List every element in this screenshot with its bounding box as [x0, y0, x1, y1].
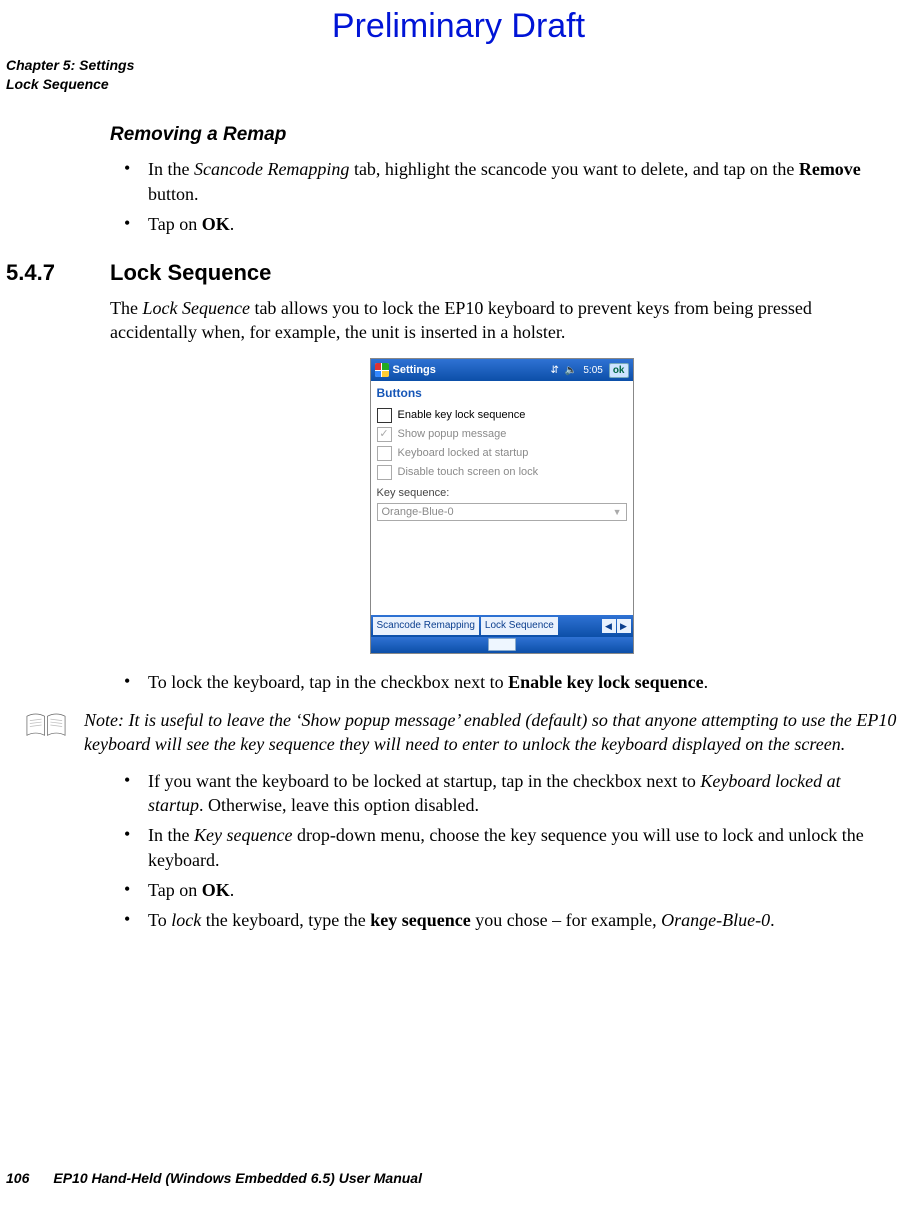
scroll-right-icon[interactable]: ▶ [617, 619, 631, 633]
pda-window: Settings ⇵ 🔈 5:05 ok Buttons Enable key … [370, 358, 634, 653]
bullet-lock-d: Tap on OK. [110, 878, 893, 902]
tab-scancode-remapping[interactable]: Scancode Remapping [373, 617, 479, 635]
chevron-down-icon: ▼ [613, 506, 622, 518]
note-text: Note: It is useful to leave the ‘Show po… [84, 708, 917, 757]
manual-title: EP10 Hand-Held (Windows Embedded 6.5) Us… [53, 1169, 422, 1188]
option-disable-touch: Disable touch screen on lock [377, 463, 627, 482]
page-footer: 106 EP10 Hand-Held (Windows Embedded 6.5… [6, 1169, 911, 1188]
bullet-lock-e: To lock the keyboard, type the key seque… [110, 908, 893, 932]
keyboard-icon[interactable] [488, 638, 516, 651]
clock-text: 5:05 [583, 364, 602, 378]
option-enable-key-lock[interactable]: Enable key lock sequence [377, 406, 627, 425]
note-block: Note: It is useful to leave the ‘Show po… [24, 708, 917, 757]
section-heading-lock-sequence: 5.4.7 Lock Sequence [6, 258, 917, 288]
start-icon[interactable] [375, 363, 389, 377]
lockseq-intro: The Lock Sequence tab allows you to lock… [110, 296, 893, 345]
option-locked-startup: Keyboard locked at startup [377, 444, 627, 463]
options-panel: Enable key lock sequence ✓ Show popup me… [371, 404, 633, 526]
titlebar: Settings ⇵ 🔈 5:05 ok [371, 359, 633, 381]
panel-blank-area [371, 525, 633, 615]
bullet-remap-2: Tap on OK. [110, 212, 893, 236]
scroll-left-icon[interactable]: ◀ [602, 619, 616, 633]
section-number: 5.4.7 [6, 258, 70, 288]
running-header: Chapter 5: Settings Lock Sequence [6, 56, 917, 94]
tab-bar: Scancode Remapping Lock Sequence ◀ ▶ [371, 615, 633, 637]
app-title: Buttons [371, 381, 633, 403]
speaker-icon[interactable]: 🔈 [565, 364, 577, 378]
checkbox-startup [377, 446, 392, 461]
section-title: Lock Sequence [110, 258, 271, 288]
window-title: Settings [393, 363, 547, 378]
page-number: 106 [6, 1169, 29, 1188]
running-header-line1: Chapter 5: Settings [6, 56, 917, 75]
checkbox-enable[interactable] [377, 408, 392, 423]
bullet-lock-c: In the Key sequence drop-down menu, choo… [110, 823, 893, 872]
key-sequence-label: Key sequence: [377, 486, 627, 501]
tab-lock-sequence[interactable]: Lock Sequence [481, 617, 558, 635]
title-status-icons: ⇵ 🔈 5:05 ok [551, 363, 629, 379]
heading-removing-remap: Removing a Remap [110, 122, 893, 148]
bullet-lock-a: To lock the keyboard, tap in the checkbo… [110, 670, 893, 694]
preliminary-draft-header: Preliminary Draft [0, 4, 917, 50]
checkbox-touch [377, 465, 392, 480]
book-icon [24, 710, 68, 746]
ok-button[interactable]: ok [609, 363, 629, 379]
option-show-popup: ✓ Show popup message [377, 425, 627, 444]
running-header-line2: Lock Sequence [6, 75, 917, 94]
bullet-lock-b: If you want the keyboard to be locked at… [110, 769, 893, 818]
combo-value: Orange-Blue-0 [382, 505, 454, 520]
key-sequence-combo[interactable]: Orange-Blue-0 ▼ [377, 503, 627, 522]
screenshot-lock-sequence: Settings ⇵ 🔈 5:05 ok Buttons Enable key … [110, 358, 893, 653]
tab-scroll-buttons[interactable]: ◀ ▶ [602, 619, 631, 633]
checkbox-popup: ✓ [377, 427, 392, 442]
sip-bar [371, 637, 633, 653]
connectivity-icon[interactable]: ⇵ [551, 364, 559, 378]
bullet-remap-1: In the Scancode Remapping tab, highlight… [110, 157, 893, 206]
